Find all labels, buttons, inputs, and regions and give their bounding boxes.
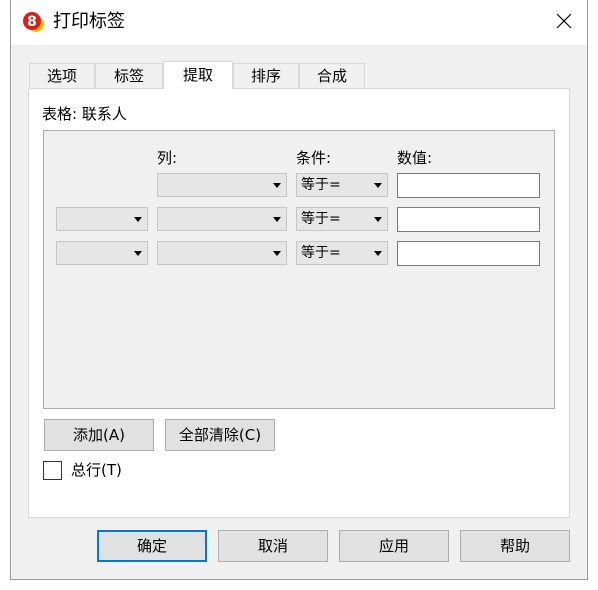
column-header: 列: <box>157 149 178 167</box>
chevron-down-icon <box>133 247 143 259</box>
cancel-button[interactable]: 取消 <box>218 530 328 562</box>
chevron-down-icon <box>272 247 282 259</box>
row3-condition-value: 等于= <box>301 245 341 261</box>
title-bar[interactable]: 8 打印标签 <box>11 0 587 45</box>
window-title: 打印标签 <box>53 11 125 32</box>
value-header: 数值: <box>397 149 433 167</box>
extract-tab-panel: 表格: 联系人 列: 条件: 数值: 等于= 等于= 等于= 添加(A) 全部清… <box>28 88 570 518</box>
tab-merge[interactable]: 合成 <box>299 63 365 88</box>
chevron-down-icon <box>373 213 383 225</box>
clear-all-button[interactable]: 全部清除(C) <box>165 419 275 451</box>
row3-value-input[interactable] <box>397 241 540 266</box>
chevron-down-icon <box>373 247 383 259</box>
filter-conditions-box: 列: 条件: 数值: 等于= 等于= 等于= <box>43 130 555 409</box>
total-rows-label: 总行(T) <box>71 461 122 479</box>
table-label: 表格: 联系人 <box>42 105 127 123</box>
tab-options[interactable]: 选项 <box>29 63 95 88</box>
close-button[interactable] <box>541 0 587 45</box>
chevron-down-icon <box>133 213 143 225</box>
chevron-down-icon <box>272 179 282 191</box>
row1-column-select[interactable] <box>157 173 287 197</box>
row2-join-select[interactable] <box>56 207 148 231</box>
row1-condition-value: 等于= <box>301 177 341 193</box>
row3-column-select[interactable] <box>157 241 287 265</box>
app-badge-8-icon: 8 <box>23 10 45 34</box>
row2-value-input[interactable] <box>397 207 540 232</box>
row2-condition-select[interactable]: 等于= <box>296 207 388 231</box>
row2-condition-value: 等于= <box>301 211 341 227</box>
ok-button[interactable]: 确定 <box>97 530 207 562</box>
tab-extract[interactable]: 提取 <box>163 61 233 89</box>
apply-button[interactable]: 应用 <box>339 530 449 562</box>
tab-labels[interactable]: 标签 <box>95 63 163 88</box>
row3-condition-select[interactable]: 等于= <box>296 241 388 265</box>
condition-header: 条件: <box>296 149 332 167</box>
row2-column-select[interactable] <box>157 207 287 231</box>
chevron-down-icon <box>272 213 282 225</box>
svg-text:8: 8 <box>27 14 37 30</box>
add-button[interactable]: 添加(A) <box>44 419 154 451</box>
close-icon <box>556 13 572 33</box>
row1-condition-select[interactable]: 等于= <box>296 173 388 197</box>
tab-sort[interactable]: 排序 <box>233 63 299 88</box>
help-button[interactable]: 帮助 <box>460 530 570 562</box>
row1-value-input[interactable] <box>397 173 540 198</box>
chevron-down-icon <box>373 179 383 191</box>
row3-join-select[interactable] <box>56 241 148 265</box>
print-label-dialog: 8 打印标签 选项 标签 提取 排序 合成 表格: 联系人 列: 条件: 数值: <box>10 0 588 580</box>
total-rows-checkbox[interactable] <box>43 461 62 480</box>
